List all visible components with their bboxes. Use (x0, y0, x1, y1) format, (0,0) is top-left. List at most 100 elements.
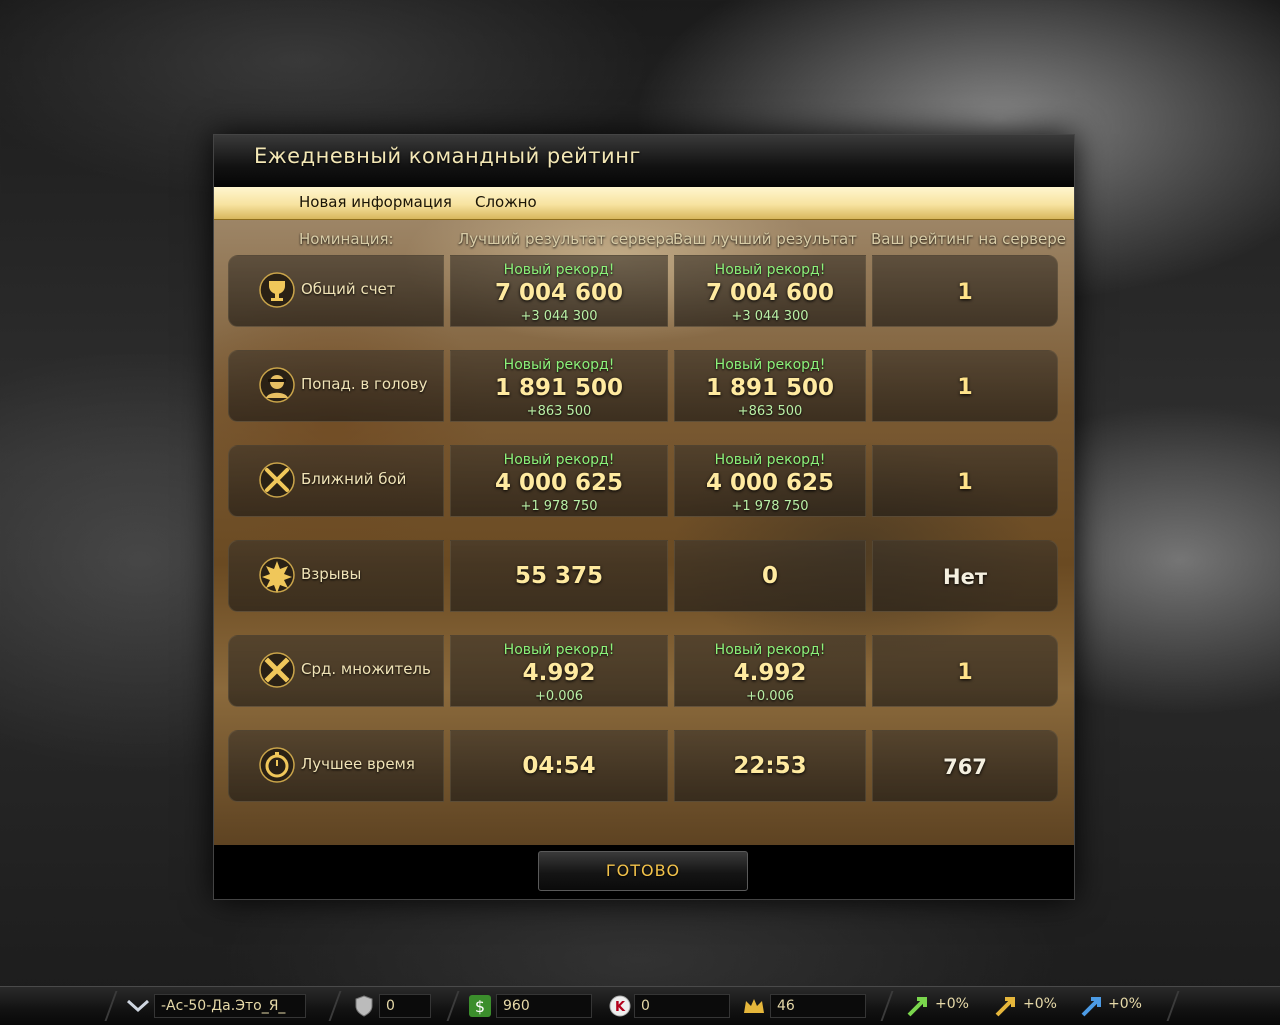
server-best-value: 4.992 (522, 660, 596, 686)
new-record-label: Новый рекорд! (714, 642, 826, 658)
rank-value: 1 (957, 375, 973, 400)
info-bar: Новая информация Сложно (214, 187, 1074, 220)
separator (1166, 991, 1180, 1021)
your-best-cell: Новый рекорд! 4 000 625 +1 978 750 (674, 445, 866, 517)
your-best-delta: +863 500 (737, 404, 803, 419)
rank-cell: Нет (872, 540, 1058, 612)
money-boost-value: +0% (1023, 996, 1057, 1012)
server-best-delta: +0.006 (534, 689, 584, 704)
table-row: Лучшее время 04:54 22:53 767 (214, 730, 1074, 802)
column-header-server-best: Лучший результат сервера (458, 230, 675, 248)
nomination-cell: Лучшее время (228, 730, 444, 802)
nomination-label: Срд. множитель (301, 660, 431, 678)
new-record-label: Новый рекорд! (503, 262, 615, 278)
done-button[interactable]: ГОТОВО (538, 851, 748, 891)
money-value: 960 (496, 994, 592, 1018)
nomination-cell: Взрывы (228, 540, 444, 612)
your-best-delta: +3 044 300 (731, 309, 809, 324)
nomination-label: Попад. в голову (301, 375, 428, 393)
server-best-value: 4 000 625 (494, 470, 624, 496)
new-record-label: Новый рекорд! (503, 452, 615, 468)
nomination-label: Общий счет (301, 280, 396, 298)
chevron-rank-icon (126, 999, 150, 1013)
difficulty-label: Сложно (475, 193, 537, 211)
your-best-delta: +1 978 750 (731, 499, 809, 514)
crown-value: 46 (770, 994, 866, 1018)
new-record-label: Новый рекорд! (503, 642, 615, 658)
daily-team-rating-dialog: Ежедневный командный рейтинг Новая инфор… (213, 134, 1075, 900)
table-row: Попад. в голову Новый рекорд! 1 891 500 … (214, 350, 1074, 422)
server-best-delta: +3 044 300 (520, 309, 598, 324)
xp-boost-value: +0% (935, 996, 969, 1012)
svg-text:$: $ (475, 997, 485, 1016)
rank-value: 767 (943, 755, 987, 779)
your-best-value: 0 (761, 563, 778, 589)
server-best-delta: +1 978 750 (520, 499, 598, 514)
nomination-cell: Попад. в голову (228, 350, 444, 422)
dialog-header: Ежедневный командный рейтинг (214, 135, 1074, 187)
your-best-cell: Новый рекорд! 4.992 +0.006 (674, 635, 866, 707)
info-label: Новая информация (299, 193, 452, 211)
your-best-value: 1 891 500 (705, 375, 835, 401)
crown-icon (744, 999, 764, 1013)
your-best-cell: 0 (674, 540, 866, 612)
separator (104, 991, 118, 1021)
your-best-cell: Новый рекорд! 7 004 600 +3 044 300 (674, 255, 866, 327)
multiplier-icon (259, 652, 295, 688)
melee-icon (259, 462, 295, 498)
your-best-value: 4.992 (733, 660, 807, 686)
server-best-cell: Новый рекорд! 4 000 625 +1 978 750 (450, 445, 668, 517)
your-best-value: 4 000 625 (705, 470, 835, 496)
k-currency-value: 0 (634, 994, 730, 1018)
server-best-cell: 04:54 (450, 730, 668, 802)
table-row: Взрывы 55 375 0 Нет (214, 540, 1074, 612)
nomination-cell: Срд. множитель (228, 635, 444, 707)
new-record-label: Новый рекорд! (714, 357, 826, 373)
rank-value: 1 (957, 470, 973, 495)
shield-value: 0 (379, 994, 431, 1018)
rank-cell: 767 (872, 730, 1058, 802)
rank-cell: 1 (872, 255, 1058, 327)
table-row: Срд. множитель Новый рекорд! 4.992 +0.00… (214, 635, 1074, 707)
explosion-icon (259, 557, 295, 593)
your-best-value: 7 004 600 (705, 280, 835, 306)
server-best-value: 55 375 (514, 563, 604, 589)
rank-cell: 1 (872, 350, 1058, 422)
new-record-label: Новый рекорд! (714, 262, 826, 278)
nomination-label: Взрывы (301, 565, 362, 583)
xp-boost-icon (907, 997, 927, 1017)
your-best-delta: +0.006 (745, 689, 795, 704)
stopwatch-icon (259, 747, 295, 783)
server-best-cell: Новый рекорд! 4.992 +0.006 (450, 635, 668, 707)
player-name: -Ас-50-Да.Это_Я_ (154, 994, 306, 1018)
server-best-value: 04:54 (522, 753, 596, 779)
server-best-value: 7 004 600 (494, 280, 624, 306)
rank-value: 1 (957, 280, 973, 305)
k-boost-icon (1081, 997, 1101, 1017)
table-row: Ближний бой Новый рекорд! 4 000 625 +1 9… (214, 445, 1074, 517)
column-header-your-rank: Ваш рейтинг на сервере (871, 230, 1066, 248)
player-status-bar: -Ас-50-Да.Это_Я_ 0 $ 960 K 0 46 +0% +0% … (0, 986, 1280, 1025)
column-header-nomination: Номинация: (299, 230, 394, 248)
dialog-title: Ежедневный командный рейтинг (254, 144, 641, 168)
k-boost-value: +0% (1108, 996, 1142, 1012)
trophy-icon (259, 272, 295, 308)
rank-value: 1 (957, 660, 973, 685)
rank-cell: 1 (872, 445, 1058, 517)
rating-table: Номинация: Лучший результат сервера Ваш … (214, 220, 1074, 845)
nomination-cell: Общий счет (228, 255, 444, 327)
table-row: Общий счет Новый рекорд! 7 004 600 +3 04… (214, 255, 1074, 327)
money-boost-icon (995, 997, 1015, 1017)
svg-text:K: K (615, 1000, 626, 1015)
separator (446, 991, 460, 1021)
your-best-cell: 22:53 (674, 730, 866, 802)
server-best-cell: Новый рекорд! 7 004 600 +3 044 300 (450, 255, 668, 327)
rank-cell: 1 (872, 635, 1058, 707)
your-best-cell: Новый рекорд! 1 891 500 +863 500 (674, 350, 866, 422)
server-best-cell: Новый рекорд! 1 891 500 +863 500 (450, 350, 668, 422)
column-header-your-best: Ваш лучший результат (673, 230, 857, 248)
nomination-cell: Ближний бой (228, 445, 444, 517)
new-record-label: Новый рекорд! (503, 357, 615, 373)
new-record-label: Новый рекорд! (714, 452, 826, 468)
nomination-label: Ближний бой (301, 470, 407, 488)
